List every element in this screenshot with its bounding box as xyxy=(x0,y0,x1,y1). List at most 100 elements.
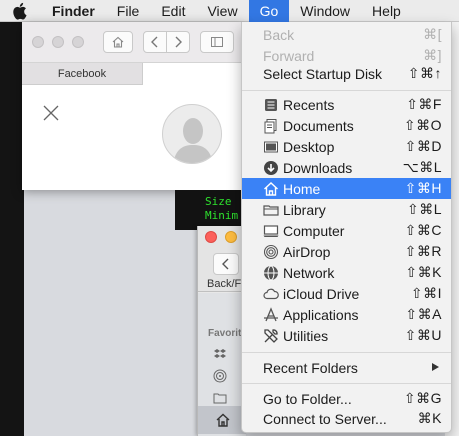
menu-view[interactable]: View xyxy=(196,0,248,22)
menu-item-shortcut: ⌘K xyxy=(417,410,442,426)
menu-item-network[interactable]: Network ⇧⌘K xyxy=(242,262,451,283)
tab-active[interactable] xyxy=(142,63,244,85)
apple-menu[interactable] xyxy=(0,0,38,22)
finder-toolbar: Back/F xyxy=(198,226,245,292)
browser-window: Facebook xyxy=(22,22,244,190)
desktop-icon xyxy=(262,138,280,156)
menu-item-shortcut: ⇧⌘O xyxy=(403,117,442,133)
menu-item-label: Go to Folder... xyxy=(263,390,352,407)
home-button[interactable] xyxy=(103,31,133,53)
avatar xyxy=(162,104,222,164)
sidebar-item-home-selected[interactable] xyxy=(198,406,246,434)
menu-item-desktop[interactable]: Desktop ⇧⌘D xyxy=(242,136,451,157)
menu-item-shortcut: ⇧⌘D xyxy=(404,138,442,154)
terminal-line: Size xyxy=(205,195,232,208)
menu-item-shortcut: ⌘] xyxy=(423,47,442,63)
dropbox-icon xyxy=(214,349,226,358)
finder-back-button[interactable] xyxy=(213,253,239,275)
menu-item-shortcut: ⇧⌘C xyxy=(404,222,442,238)
terminal-window-left xyxy=(0,22,24,436)
finder-minimize-button[interactable] xyxy=(225,231,237,243)
menu-item-label: Recent Folders xyxy=(263,359,358,376)
utilities-icon xyxy=(262,327,280,345)
menu-item-utilities[interactable]: Utilities ⇧⌘U xyxy=(242,325,451,346)
menu-item-shortcut: ⌥⌘L xyxy=(402,159,442,175)
tab-facebook[interactable]: Facebook xyxy=(22,63,142,85)
menu-item-label: Home xyxy=(283,180,321,197)
airdrop-icon xyxy=(262,243,280,261)
menu-item-label: iCloud Drive xyxy=(283,285,360,302)
menu-item-downloads[interactable]: Downloads ⌥⌘L xyxy=(242,157,451,178)
menu-finder[interactable]: Finder xyxy=(38,0,106,22)
back-button[interactable] xyxy=(143,31,167,53)
folder-icon xyxy=(213,393,227,404)
terminal-line: Minim xyxy=(205,209,239,222)
tab-bar: Facebook xyxy=(22,63,244,85)
menu-item-shortcut: ⇧⌘L xyxy=(406,201,442,217)
menu-item-label: AirDrop xyxy=(283,243,331,260)
sidebar-item-folder[interactable] xyxy=(213,390,237,406)
menu-item-shortcut: ⇧⌘↑ xyxy=(407,65,442,81)
menu-item-go-to-folder[interactable]: Go to Folder... ⇧⌘G xyxy=(242,388,451,409)
menu-item-shortcut: ⇧⌘A xyxy=(405,306,442,322)
sidebar-toggle-button[interactable] xyxy=(200,31,234,53)
downloads-icon xyxy=(262,159,280,177)
menu-item-applications[interactable]: Applications ⇧⌘A xyxy=(242,304,451,325)
menu-item-connect-to-server[interactable]: Connect to Server... ⌘K xyxy=(242,408,451,429)
chevron-left-icon xyxy=(151,36,158,48)
menu-item-shortcut: ⇧⌘G xyxy=(403,390,442,406)
menu-item-label: Library xyxy=(283,201,326,218)
sidebar-item-dropbox[interactable] xyxy=(213,346,237,362)
menu-item-label: Select Startup Disk xyxy=(263,65,383,82)
menu-separator xyxy=(242,383,451,384)
menu-separator xyxy=(242,352,451,353)
menu-item-recents[interactable]: Recents ⇧⌘F xyxy=(242,94,451,115)
menu-item-shortcut: ⇧⌘F xyxy=(406,96,442,112)
menu-edit[interactable]: Edit xyxy=(150,0,196,22)
menu-item-home[interactable]: Home ⇧⌘H xyxy=(242,178,451,199)
zoom-window-button[interactable] xyxy=(72,36,84,48)
menu-item-label: Network xyxy=(283,264,335,281)
finder-window: Back/F Favorit xyxy=(197,226,246,436)
network-icon xyxy=(262,264,280,282)
menu-item-shortcut: ⇧⌘U xyxy=(404,327,442,343)
minimize-window-button[interactable] xyxy=(52,36,64,48)
menu-item-label: Documents xyxy=(283,117,354,134)
menu-help[interactable]: Help xyxy=(361,0,412,22)
documents-icon xyxy=(262,117,280,135)
forward-button[interactable] xyxy=(166,31,190,53)
menu-item-documents[interactable]: Documents ⇧⌘O xyxy=(242,115,451,136)
menu-file[interactable]: File xyxy=(106,0,151,22)
menu-item-shortcut: ⇧⌘R xyxy=(404,243,442,259)
menu-item-label: Forward xyxy=(263,47,315,64)
finder-sidebar: Favorit xyxy=(198,293,246,436)
terminal-window-middle: Size Minim xyxy=(175,190,245,230)
menu-item-shortcut: ⇧⌘K xyxy=(405,264,442,280)
menu-item-airdrop[interactable]: AirDrop ⇧⌘R xyxy=(242,241,451,262)
menu-item-computer[interactable]: Computer ⇧⌘C xyxy=(242,220,451,241)
library-icon xyxy=(262,201,280,219)
submenu-arrow-icon xyxy=(432,363,439,371)
close-icon[interactable] xyxy=(42,104,60,122)
computer-icon xyxy=(262,222,280,240)
menu-bar: Finder File Edit View Go Window Help xyxy=(0,0,459,22)
menu-separator xyxy=(242,90,451,91)
menu-go[interactable]: Go xyxy=(248,0,290,22)
menu-item-label: Downloads xyxy=(283,159,353,176)
menu-item-select-startup-disk[interactable]: Select Startup Disk ⇧⌘↑ xyxy=(242,63,451,84)
menu-item-library[interactable]: Library ⇧⌘L xyxy=(242,199,451,220)
menu-item-back[interactable]: Back ⌘[ xyxy=(242,24,451,45)
apple-icon xyxy=(13,2,27,20)
menu-window[interactable]: Window xyxy=(289,0,361,22)
airdrop-icon xyxy=(213,369,227,383)
menu-item-label: Desktop xyxy=(283,138,335,155)
menu-item-label: Utilities xyxy=(283,327,329,344)
menu-item-label: Applications xyxy=(283,306,359,323)
menu-item-recent-folders[interactable]: Recent Folders xyxy=(242,357,451,378)
sidebar-item-airdrop[interactable] xyxy=(213,368,237,384)
close-window-button[interactable] xyxy=(32,36,44,48)
sidebar-heading: Favorit xyxy=(208,328,242,339)
menu-item-icloud-drive[interactable]: iCloud Drive ⇧⌘I xyxy=(242,283,451,304)
menu-item-label: Recents xyxy=(283,96,335,113)
finder-close-button[interactable] xyxy=(205,231,217,243)
